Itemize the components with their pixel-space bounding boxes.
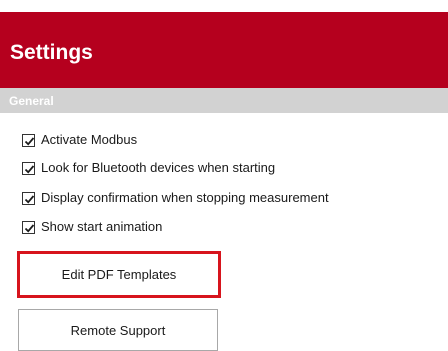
checkbox-checked-icon[interactable] <box>22 161 35 175</box>
checkbox-label: Activate Modbus <box>41 132 138 147</box>
settings-header: Settings <box>0 12 448 88</box>
activate-modbus-checkbox[interactable]: Activate Modbus <box>22 131 137 149</box>
checkbox-label: Look for Bluetooth devices when starting <box>41 160 276 175</box>
section-label: General <box>9 94 54 108</box>
checkbox-label: Show start animation <box>41 219 163 234</box>
start-animation-checkbox[interactable]: Show start animation <box>22 218 162 236</box>
checkbox-checked-icon[interactable] <box>22 133 35 147</box>
section-header-general: General <box>0 88 448 113</box>
button-label: Edit PDF Templates <box>61 267 177 282</box>
stop-confirmation-checkbox[interactable]: Display confirmation when stopping measu… <box>22 189 329 207</box>
bluetooth-search-checkbox[interactable]: Look for Bluetooth devices when starting <box>22 159 275 177</box>
checkbox-checked-icon[interactable] <box>22 191 35 205</box>
checkbox-checked-icon[interactable] <box>22 220 35 234</box>
remote-support-button[interactable]: Remote Support <box>18 309 218 351</box>
edit-pdf-templates-button[interactable]: Edit PDF Templates <box>17 251 221 298</box>
button-label: Remote Support <box>70 322 166 338</box>
checkbox-label: Display confirmation when stopping measu… <box>41 190 329 205</box>
page-title: Settings <box>10 41 93 64</box>
